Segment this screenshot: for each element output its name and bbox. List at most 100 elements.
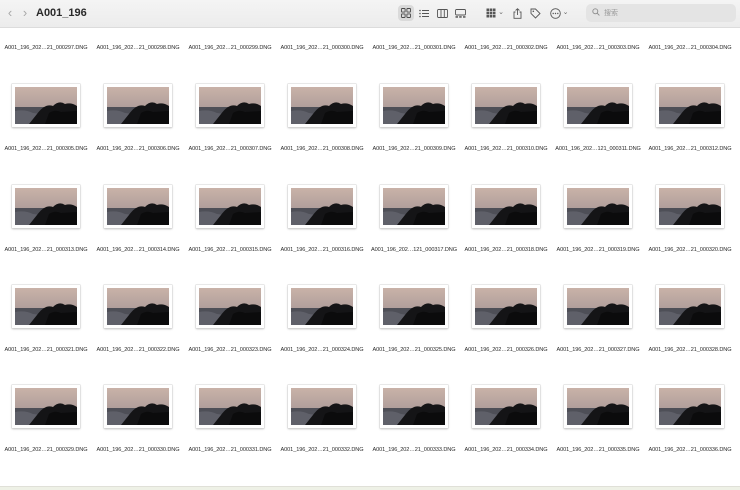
share-button[interactable] xyxy=(510,5,524,21)
file-thumbnail[interactable] xyxy=(288,385,356,428)
file-thumbnail[interactable] xyxy=(380,84,448,127)
dusk-landscape-photo-thumbnail xyxy=(107,288,169,325)
more-actions-button[interactable]: ⌄ xyxy=(548,5,570,21)
file-name-label[interactable]: A001_196_202…21_000325.DNG xyxy=(368,346,460,354)
file-name-label[interactable]: A001_196_202…21_000318.DNG xyxy=(460,246,552,254)
list-view-button[interactable] xyxy=(416,5,432,21)
search-input[interactable] xyxy=(604,6,730,20)
file-name-label[interactable]: A001_196_202…21_000323.DNG xyxy=(184,346,276,354)
file-thumbnail[interactable] xyxy=(196,385,264,428)
gallery-view-button[interactable] xyxy=(452,5,468,21)
file-name-label[interactable]: A001_196_202…21_000327.DNG xyxy=(552,346,644,354)
file-name-label[interactable]: A001_196_202…21_000324.DNG xyxy=(276,346,368,354)
file-name-label[interactable]: A001_196_202…121_000317.DNG xyxy=(368,246,460,254)
file-thumbnail[interactable] xyxy=(472,185,540,228)
file-thumbnail[interactable] xyxy=(564,185,632,228)
dusk-landscape-photo-thumbnail xyxy=(291,388,353,425)
file-name-label[interactable]: A001_196_202…21_000299.DNG xyxy=(184,44,276,52)
file-name-label[interactable]: A001_196_202…21_000335.DNG xyxy=(552,446,644,454)
file-name-label[interactable]: A001_196_202…21_000308.DNG xyxy=(276,145,368,153)
search-field[interactable] xyxy=(586,4,736,22)
file-thumbnail[interactable] xyxy=(380,285,448,328)
file-name-label[interactable]: A001_196_202…21_000331.DNG xyxy=(184,446,276,454)
file-name-label[interactable]: A001_196_202…21_000310.DNG xyxy=(460,145,552,153)
file-name-label[interactable]: A001_196_202…21_000312.DNG xyxy=(644,145,736,153)
file-thumbnail[interactable] xyxy=(196,285,264,328)
tag-button[interactable] xyxy=(528,5,542,21)
group-grid-icon xyxy=(486,8,496,18)
group-button[interactable]: ⌄ xyxy=(485,5,505,21)
file-name-label[interactable]: A001_196_202…21_000328.DNG xyxy=(644,346,736,354)
file-name-label[interactable]: A001_196_202…21_000334.DNG xyxy=(460,446,552,454)
file-name-label[interactable]: A001_196_202…21_000313.DNG xyxy=(0,246,92,254)
file-name-label[interactable]: A001_196_202…21_000333.DNG xyxy=(368,446,460,454)
file-name-label[interactable]: A001_196_202…21_000303.DNG xyxy=(552,44,644,52)
file-thumbnail[interactable] xyxy=(564,385,632,428)
file-thumbnail[interactable] xyxy=(380,185,448,228)
file-thumbnail[interactable] xyxy=(380,385,448,428)
file-thumbnail[interactable] xyxy=(288,84,356,127)
file-name-label[interactable]: A001_196_202…21_000320.DNG xyxy=(644,246,736,254)
dusk-landscape-photo-thumbnail xyxy=(567,288,629,325)
file-thumbnail[interactable] xyxy=(472,84,540,127)
dusk-landscape-photo-thumbnail xyxy=(291,288,353,325)
file-name-label[interactable]: A001_196_202…21_000306.DNG xyxy=(92,145,184,153)
chevron-left-icon[interactable]: ‹ xyxy=(3,5,17,21)
file-name-label[interactable]: A001_196_202…21_000316.DNG xyxy=(276,246,368,254)
file-name-label[interactable]: A001_196_202…21_000314.DNG xyxy=(92,246,184,254)
file-name-label[interactable]: A001_196_202…21_000336.DNG xyxy=(644,446,736,454)
file-name-label[interactable]: A001_196_202…21_000329.DNG xyxy=(0,446,92,454)
file-thumbnail[interactable] xyxy=(564,84,632,127)
file-thumbnail[interactable] xyxy=(656,84,724,127)
file-name-label[interactable]: A001_196_202…21_000330.DNG xyxy=(92,446,184,454)
file-thumbnail[interactable] xyxy=(288,285,356,328)
dusk-landscape-photo-thumbnail xyxy=(107,87,169,124)
dusk-landscape-photo-thumbnail xyxy=(15,388,77,425)
file-name-label[interactable]: A001_196_202…21_000300.DNG xyxy=(276,44,368,52)
file-name-label[interactable]: A001_196_202…21_000302.DNG xyxy=(460,44,552,52)
file-name-label[interactable]: A001_196_202…21_000322.DNG xyxy=(92,346,184,354)
file-name-label[interactable]: A001_196_202…21_000301.DNG xyxy=(368,44,460,52)
column-view-button[interactable] xyxy=(434,5,450,21)
file-name-label[interactable]: A001_196_202…21_000297.DNG xyxy=(0,44,92,52)
file-name-label[interactable]: A001_196_202…121_000311.DNG xyxy=(552,145,644,153)
dusk-landscape-photo-thumbnail xyxy=(107,388,169,425)
file-name-label[interactable]: A001_196_202…21_000319.DNG xyxy=(552,246,644,254)
gallery-view-icon xyxy=(454,8,466,18)
file-thumbnail[interactable] xyxy=(656,385,724,428)
file-thumbnail[interactable] xyxy=(104,185,172,228)
file-thumbnail[interactable] xyxy=(104,285,172,328)
file-thumbnail[interactable] xyxy=(104,84,172,127)
file-name-label[interactable]: A001_196_202…21_000309.DNG xyxy=(368,145,460,153)
file-name-label[interactable]: A001_196_202…21_000305.DNG xyxy=(0,145,92,153)
dusk-landscape-photo-thumbnail xyxy=(291,87,353,124)
file-thumbnail[interactable] xyxy=(12,285,80,328)
file-thumbnail[interactable] xyxy=(472,385,540,428)
ellipsis-circle-icon xyxy=(549,7,561,19)
icon-view-button[interactable] xyxy=(398,5,414,21)
dusk-landscape-photo-thumbnail xyxy=(659,87,721,124)
file-name-label[interactable]: A001_196_202…21_000315.DNG xyxy=(184,246,276,254)
file-name-label[interactable]: A001_196_202…21_000326.DNG xyxy=(460,346,552,354)
file-name-label[interactable]: A001_196_202…21_000304.DNG xyxy=(644,44,736,52)
file-thumbnail[interactable] xyxy=(12,385,80,428)
file-thumbnail[interactable] xyxy=(196,185,264,228)
dusk-landscape-photo-thumbnail xyxy=(567,188,629,225)
file-thumbnail[interactable] xyxy=(104,385,172,428)
file-thumbnail[interactable] xyxy=(196,84,264,127)
finder-toolbar: ‹ › A001_196 ⌄ ⌄ 搜索 xyxy=(0,0,740,28)
file-name-label[interactable]: A001_196_202…21_000321.DNG xyxy=(0,346,92,354)
file-name-label[interactable]: A001_196_202…21_000298.DNG xyxy=(92,44,184,52)
file-thumbnail[interactable] xyxy=(564,285,632,328)
file-name-label[interactable]: A001_196_202…21_000307.DNG xyxy=(184,145,276,153)
file-thumbnail[interactable] xyxy=(288,185,356,228)
file-thumbnail[interactable] xyxy=(472,285,540,328)
file-thumbnail[interactable] xyxy=(656,285,724,328)
list-view-icon xyxy=(419,9,429,17)
file-thumbnail[interactable] xyxy=(12,84,80,127)
dusk-landscape-photo-thumbnail xyxy=(383,188,445,225)
file-thumbnail[interactable] xyxy=(12,185,80,228)
chevron-right-icon[interactable]: › xyxy=(18,5,32,21)
file-name-label[interactable]: A001_196_202…21_000332.DNG xyxy=(276,446,368,454)
file-thumbnail[interactable] xyxy=(656,185,724,228)
